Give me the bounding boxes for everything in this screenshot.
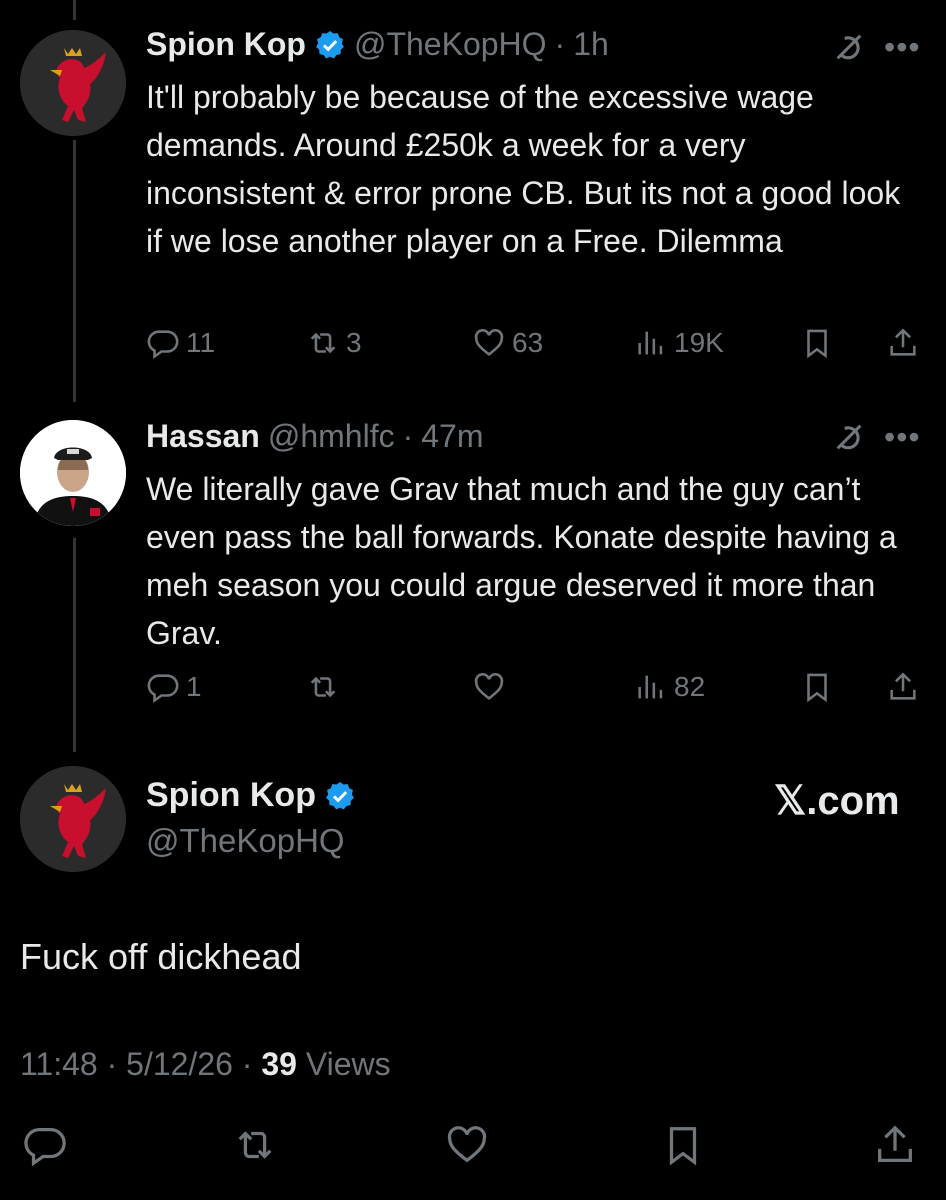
thread-line-1 xyxy=(73,140,76,402)
tweet1-time[interactable]: 1h xyxy=(573,26,609,63)
tweet1-separator: · xyxy=(554,26,566,62)
main-time[interactable]: 11:48 xyxy=(20,1046,98,1082)
main-like-button[interactable] xyxy=(444,1122,490,1173)
avatar-hassan[interactable] xyxy=(20,420,126,526)
repost-icon xyxy=(238,1131,272,1159)
x-brand-logo: 𝕏.com xyxy=(774,779,900,823)
bookmark-button[interactable] xyxy=(800,326,834,360)
views-button[interactable]: 82 xyxy=(634,670,705,704)
like-icon xyxy=(447,1126,487,1163)
bookmark-button[interactable] xyxy=(800,670,834,704)
reply-icon xyxy=(147,330,179,359)
main-share-button[interactable] xyxy=(872,1122,918,1173)
views-icon xyxy=(638,331,663,355)
grok-icon[interactable] xyxy=(832,30,866,64)
tweet1-text: It'll probably be because of the excessi… xyxy=(146,79,901,259)
verified-badge-icon xyxy=(316,30,344,58)
like-count: 63 xyxy=(512,327,544,358)
share-button[interactable] xyxy=(886,670,920,704)
like-button[interactable]: 63 xyxy=(472,326,543,360)
tweet1-handle[interactable]: @TheKopHQ xyxy=(354,26,547,63)
avatar-spion-kop-main[interactable] xyxy=(20,766,126,872)
bookmark-icon xyxy=(807,329,827,359)
views-count: 82 xyxy=(674,671,706,702)
tweet2-time[interactable]: 47m xyxy=(421,418,483,455)
like-button[interactable] xyxy=(472,670,506,704)
share-button[interactable] xyxy=(886,326,920,360)
repost-count: 3 xyxy=(346,327,362,358)
more-icon[interactable]: ••• xyxy=(884,421,921,453)
meta-sep-1: · xyxy=(106,1046,118,1082)
share-icon xyxy=(890,672,916,700)
thread-line-top xyxy=(73,0,76,20)
tweet2-author-name[interactable]: Hassan xyxy=(146,418,260,455)
avatar-spion-kop[interactable] xyxy=(20,30,126,136)
main-meta: 11:48 · 5/12/26 · 39 Views xyxy=(20,1046,391,1083)
reply-icon xyxy=(24,1128,66,1167)
tweet2-separator: · xyxy=(402,418,414,454)
main-reply-button[interactable] xyxy=(22,1122,68,1173)
bookmark-icon xyxy=(669,1127,697,1166)
views-button[interactable]: 19K xyxy=(634,326,724,360)
meta-sep-2: · xyxy=(241,1046,253,1082)
views-icon xyxy=(638,675,663,699)
main-bookmark-button[interactable] xyxy=(660,1122,706,1173)
main-date[interactable]: 5/12/26 xyxy=(126,1046,233,1082)
thread-line-2 xyxy=(73,538,76,752)
tweet2-header: Hassan @hmhlfc · 47m xyxy=(146,418,483,455)
tweet1-author-name[interactable]: Spion Kop xyxy=(146,26,306,63)
share-icon xyxy=(878,1125,912,1162)
main-views-label: Views xyxy=(305,1046,391,1082)
more-icon[interactable]: ••• xyxy=(884,31,921,63)
reply-button[interactable]: 11 xyxy=(146,326,215,360)
verified-badge-icon xyxy=(326,781,354,809)
main-views-count: 39 xyxy=(261,1046,297,1082)
main-repost-button[interactable] xyxy=(232,1122,278,1173)
grok-icon[interactable] xyxy=(832,420,866,454)
reply-count: 11 xyxy=(186,327,216,358)
like-icon xyxy=(474,329,504,356)
repost-icon xyxy=(310,332,336,354)
share-icon xyxy=(890,328,916,356)
tweet1-corner-icons: ••• xyxy=(832,30,921,64)
tweet2-text: We literally gave Grav that much and the… xyxy=(146,471,897,651)
tweet2-corner-icons: ••• xyxy=(832,420,921,454)
main-header: Spion Kop xyxy=(146,776,356,815)
main-handle[interactable]: @TheKopHQ xyxy=(146,822,345,860)
tweet1-actions: 11 3 63 19K xyxy=(146,326,921,366)
repost-button[interactable]: 3 xyxy=(306,326,362,360)
views-count: 19K xyxy=(674,327,724,358)
tweet1-header: Spion Kop @TheKopHQ · 1h xyxy=(146,26,609,63)
main-text: Fuck off dickhead xyxy=(20,936,302,977)
tweet2-actions: 1 82 xyxy=(146,670,921,710)
tweet2-handle[interactable]: @hmhlfc xyxy=(268,418,395,455)
repost-icon xyxy=(310,676,336,698)
like-icon xyxy=(474,673,504,700)
main-author-name[interactable]: Spion Kop xyxy=(146,776,316,815)
reply-count: 1 xyxy=(186,671,202,702)
bookmark-icon xyxy=(807,673,827,703)
reply-icon xyxy=(147,674,179,703)
repost-button[interactable] xyxy=(306,670,340,704)
reply-button[interactable]: 1 xyxy=(146,670,202,704)
